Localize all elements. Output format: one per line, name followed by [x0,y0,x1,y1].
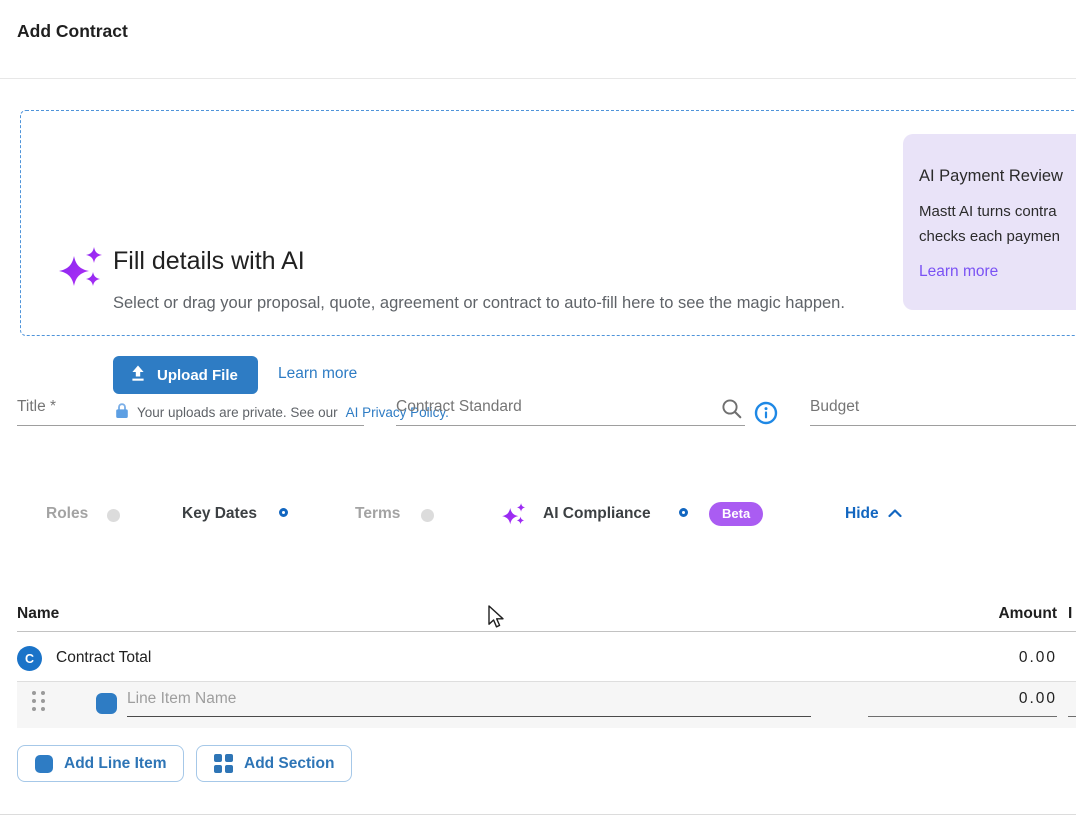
roles-status-dot [107,509,120,522]
ai-sparkle-icon [57,245,105,298]
drag-handle-icon[interactable] [32,691,45,711]
ai-banner-description: Select or drag your proposal, quote, agr… [113,291,848,316]
ai-compliance-status-ring [679,508,688,517]
section-grid-icon [214,754,233,773]
banner-learn-more-link[interactable]: Learn more [278,365,357,383]
line-item-amount-input[interactable] [868,690,1057,717]
add-section-label: Add Section [244,755,334,773]
terms-status-dot [421,509,434,522]
side-card-body-line1: Mastt AI turns contra [919,199,1076,224]
budget-input[interactable] [810,398,1076,426]
tab-key-dates[interactable]: Key Dates [182,505,257,523]
hide-label: Hide [845,505,879,523]
add-line-item-label: Add Line Item [64,755,166,773]
side-card-title: AI Payment Review [919,167,1076,186]
page-title: Add Contract [17,21,128,42]
header-divider [0,78,1076,79]
ai-fill-dropzone[interactable]: Fill details with AI Select or drag your… [20,110,1076,336]
contract-total-amount: 0.00 [1019,649,1057,667]
add-contract-page: Add Contract Fill details with AI Select… [0,0,1076,829]
column-header-partial: I [1068,605,1072,623]
contract-total-label: Contract Total [56,649,151,667]
add-section-button[interactable]: Add Section [196,745,352,782]
contract-avatar: C [17,646,42,671]
tab-roles[interactable]: Roles [46,505,88,523]
contract-standard-input[interactable] [396,398,745,426]
beta-badge: Beta [709,502,763,526]
table-header-divider [17,631,1076,632]
hide-toggle[interactable]: Hide [845,505,902,523]
upload-icon [129,364,147,386]
key-dates-status-ring [279,508,288,517]
tab-terms[interactable]: Terms [355,505,400,523]
upload-file-button[interactable]: Upload File [113,356,258,394]
bottom-divider [0,814,1076,815]
upload-button-label: Upload File [157,367,238,384]
line-item-name-input[interactable] [127,690,811,717]
tab-ai-compliance[interactable]: AI Compliance [543,505,651,523]
add-line-item-button[interactable]: Add Line Item [17,745,184,782]
column-header-amount: Amount [998,605,1057,623]
search-icon [721,398,743,425]
chevron-up-icon [888,505,902,523]
ai-compliance-sparkle-icon [501,502,527,533]
side-card-body: Mastt AI turns contra checks each paymen [919,199,1076,249]
line-item-next-field-underline [1068,716,1076,717]
side-card-learn-more-link[interactable]: Learn more [919,263,998,281]
column-header-name: Name [17,605,59,623]
ai-payment-review-card: AI Payment Review Mastt AI turns contra … [903,134,1076,310]
line-item-icon [35,755,53,773]
info-icon[interactable] [754,401,778,430]
ai-banner-title: Fill details with AI [113,247,305,276]
side-card-body-line2: checks each paymen [919,224,1076,249]
line-item-square-icon [96,693,117,714]
title-input[interactable] [17,398,364,426]
